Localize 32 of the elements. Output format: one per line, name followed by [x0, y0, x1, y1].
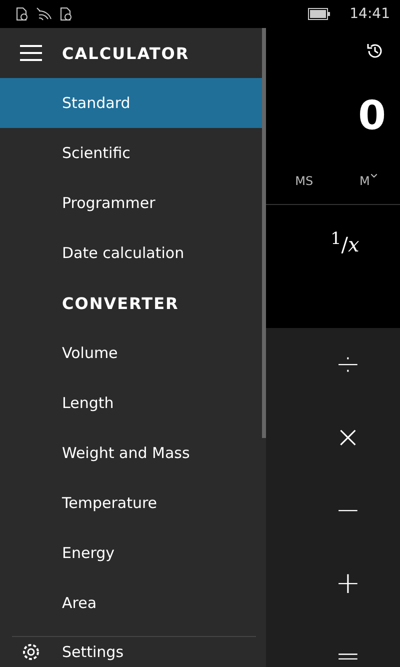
menu-icon[interactable] — [20, 45, 42, 61]
menu-item[interactable]: Volume — [0, 328, 262, 378]
clock-time: 14:41 — [350, 6, 390, 22]
menu-item[interactable]: Standard — [0, 78, 262, 128]
menu-item[interactable]: Date calculation — [0, 228, 262, 278]
menu-item[interactable]: Length — [0, 378, 262, 428]
sim-blocked-icon — [16, 7, 28, 21]
reciprocal-button[interactable]: $^{1}$/x — [266, 205, 400, 281]
operator-button[interactable]: + — [324, 547, 372, 620]
history-icon[interactable] — [366, 42, 384, 60]
section-heading: CONVERTER — [62, 294, 179, 312]
settings-icon[interactable] — [20, 641, 42, 663]
menu-item[interactable]: Scientific — [0, 128, 262, 178]
menu-item[interactable]: Temperature — [0, 478, 262, 528]
sim-blocked-icon — [60, 7, 72, 21]
menu-item[interactable]: Weight and Mass — [0, 428, 262, 478]
memory-button[interactable]: MS — [293, 172, 316, 190]
scrollbar-thumb[interactable] — [262, 28, 266, 438]
operator-button[interactable]: = — [324, 620, 372, 667]
section-heading: CALCULATOR — [62, 44, 190, 62]
result-display: 0 — [357, 92, 387, 141]
battery-icon — [308, 8, 330, 20]
menu-item[interactable]: Settings — [62, 641, 124, 663]
wifi-icon — [36, 7, 52, 21]
memory-button[interactable]: M — [357, 172, 379, 190]
menu-item[interactable]: Programmer — [0, 178, 262, 228]
menu-item[interactable]: Area — [0, 578, 262, 628]
menu-item[interactable]: Energy — [0, 528, 262, 578]
caret-icon — [370, 174, 377, 178]
operator-button[interactable]: − — [324, 474, 372, 547]
operator-button[interactable]: ÷ — [324, 328, 372, 401]
operator-button[interactable]: × — [324, 401, 372, 474]
